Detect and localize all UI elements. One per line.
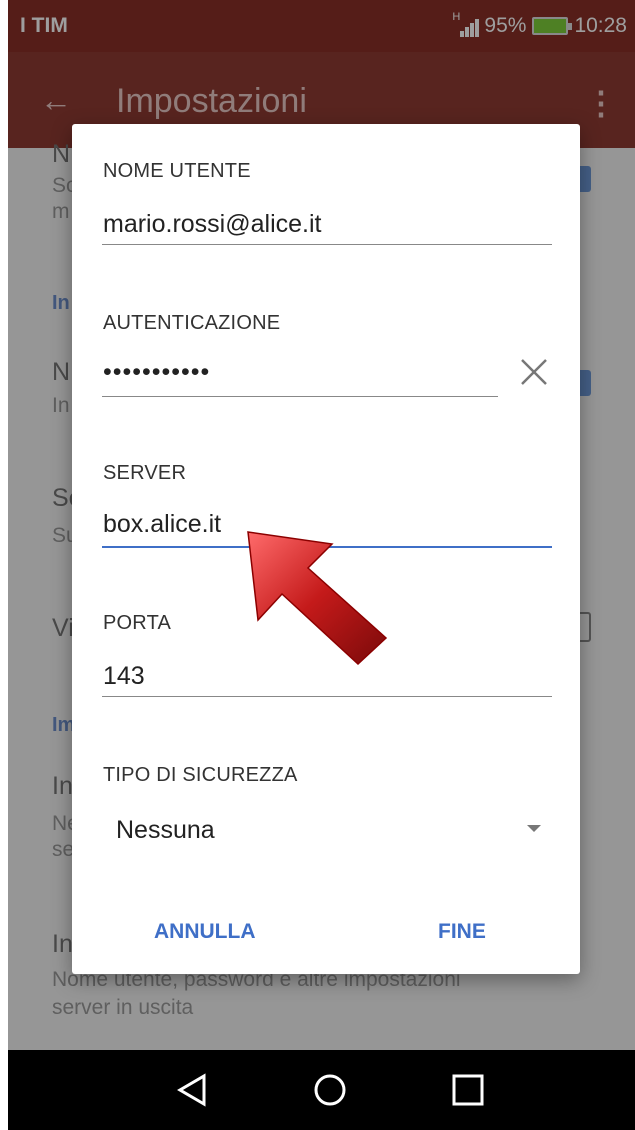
recents-nav-icon[interactable] xyxy=(448,1072,488,1108)
screen: I TIM H 95% 10:28 ← Impostazioni ⋮ N Sc … xyxy=(8,0,635,1130)
cancel-button[interactable]: ANNULLA xyxy=(154,920,255,944)
close-icon[interactable] xyxy=(518,356,550,388)
port-label: PORTA xyxy=(103,612,172,634)
red-arrow-icon xyxy=(247,531,388,666)
navigation-bar xyxy=(8,1050,635,1130)
auth-label: AUTENTICAZIONE xyxy=(103,312,281,334)
security-type-select[interactable]: Nessuna xyxy=(116,816,215,845)
security-type-label: TIPO DI SICUREZZA xyxy=(103,764,298,786)
back-nav-icon[interactable] xyxy=(172,1072,212,1108)
server-label: SERVER xyxy=(103,462,187,484)
server-field[interactable]: box.alice.it xyxy=(103,510,221,539)
username-underline xyxy=(102,244,552,245)
chevron-down-icon[interactable] xyxy=(527,825,541,832)
done-button[interactable]: FINE xyxy=(438,920,486,944)
username-label: NOME UTENTE xyxy=(103,160,251,182)
username-field[interactable]: mario.rossi@alice.it xyxy=(103,210,321,239)
home-nav-icon[interactable] xyxy=(310,1072,350,1108)
password-field[interactable]: ••••••••••• xyxy=(103,358,210,387)
port-underline xyxy=(102,696,552,697)
password-underline xyxy=(102,396,498,397)
port-field[interactable]: 143 xyxy=(103,662,145,691)
